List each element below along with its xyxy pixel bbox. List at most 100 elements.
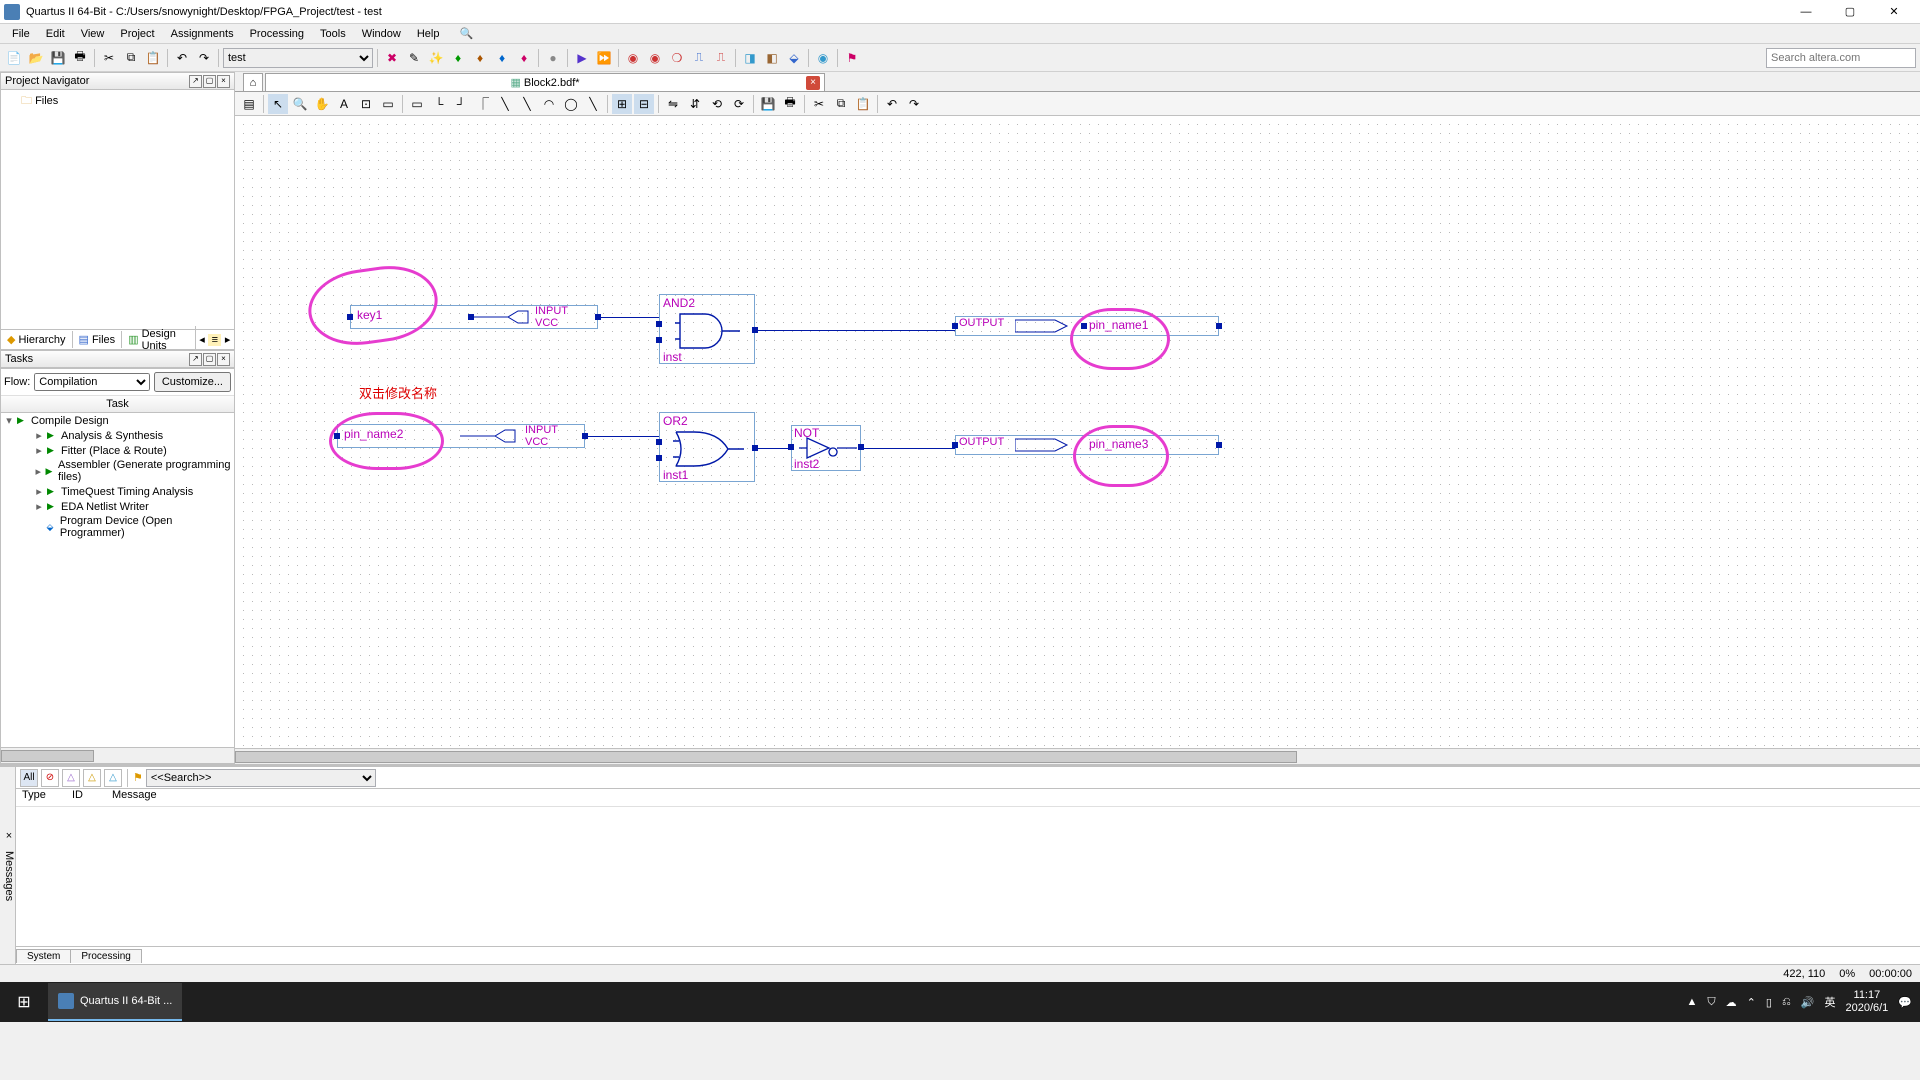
- menu-edit[interactable]: Edit: [38, 26, 73, 42]
- tasks-undock-icon[interactable]: ↗: [189, 353, 202, 366]
- canvas-scrollbar[interactable]: [235, 748, 1920, 764]
- menu-processing[interactable]: Processing: [242, 26, 312, 42]
- menu-window[interactable]: Window: [354, 26, 409, 42]
- task-compile[interactable]: Compile Design: [31, 415, 109, 427]
- wire[interactable]: [755, 330, 955, 331]
- customize-button[interactable]: Customize...: [154, 372, 231, 392]
- cut-icon[interactable]: ✂: [99, 48, 119, 68]
- gear3-icon[interactable]: ♦: [514, 48, 534, 68]
- col-id[interactable]: ID: [72, 789, 112, 806]
- menu-project[interactable]: Project: [112, 26, 162, 42]
- handle[interactable]: [788, 444, 794, 450]
- ed-flip-h-icon[interactable]: ⇋: [663, 94, 683, 114]
- ed-pan-icon[interactable]: ✋: [312, 94, 332, 114]
- tray-wifi-icon[interactable]: ⎌: [1782, 996, 1791, 1009]
- ed-flip-v-icon[interactable]: ⇵: [685, 94, 705, 114]
- redo-icon[interactable]: ↷: [194, 48, 214, 68]
- filter-warning-icon[interactable]: △: [83, 769, 101, 787]
- ed-conduit-icon[interactable]: ⎾: [473, 94, 493, 114]
- clock2-icon[interactable]: ◉: [645, 48, 665, 68]
- handle[interactable]: [1216, 323, 1222, 329]
- gear-icon[interactable]: ♦: [470, 48, 490, 68]
- menu-assignments[interactable]: Assignments: [163, 26, 242, 42]
- flow-select[interactable]: Compilation: [34, 373, 150, 391]
- wire[interactable]: [598, 317, 659, 318]
- task-list[interactable]: ▾▶Compile Design ▸▶Analysis & Synthesis …: [1, 413, 234, 747]
- ed-rotate-l-icon[interactable]: ⟲: [707, 94, 727, 114]
- ed-redo-icon[interactable]: ↷: [904, 94, 924, 114]
- filter-critical-icon[interactable]: △: [62, 769, 80, 787]
- flag-icon[interactable]: ⚑: [842, 48, 862, 68]
- ed-oval-icon[interactable]: ◯: [561, 94, 581, 114]
- undo-icon[interactable]: ↶: [172, 48, 192, 68]
- ed-diagline-icon[interactable]: ╲: [495, 94, 515, 114]
- handle[interactable]: [656, 337, 662, 343]
- tab-next-icon[interactable]: ▸: [221, 333, 234, 346]
- stop-icon[interactable]: ●: [543, 48, 563, 68]
- play-icon[interactable]: ▶: [572, 48, 592, 68]
- wand-icon[interactable]: ✎: [404, 48, 424, 68]
- help-search-icon[interactable]: 🔍: [451, 25, 481, 42]
- messages-body[interactable]: [16, 807, 1920, 946]
- check-icon[interactable]: ♦: [448, 48, 468, 68]
- handle[interactable]: [952, 323, 958, 329]
- maximize-button[interactable]: ▢: [1828, 1, 1872, 23]
- task-assembler[interactable]: Assembler (Generate programming files): [58, 459, 232, 483]
- filter-info-icon[interactable]: △: [104, 769, 122, 787]
- gear2-icon[interactable]: ♦: [492, 48, 512, 68]
- ed-symbol-icon[interactable]: ⊡: [356, 94, 376, 114]
- col-type[interactable]: Type: [22, 789, 72, 806]
- handle[interactable]: [656, 439, 662, 445]
- chip2-icon[interactable]: ◧: [762, 48, 782, 68]
- minimize-button[interactable]: —: [1784, 1, 1828, 23]
- ed-zoom-icon[interactable]: 🔍: [290, 94, 310, 114]
- task-programmer[interactable]: Program Device (Open Programmer): [60, 515, 232, 539]
- menu-help[interactable]: Help: [409, 26, 448, 42]
- ed-partial-icon[interactable]: ⊟: [634, 94, 654, 114]
- menu-tools[interactable]: Tools: [312, 26, 354, 42]
- ed-arc-icon[interactable]: ◠: [539, 94, 559, 114]
- tray-sync-icon[interactable]: ☁: [1726, 996, 1737, 1009]
- col-message[interactable]: Message: [112, 789, 157, 806]
- ed-line-icon[interactable]: ╲: [583, 94, 603, 114]
- filter-error-icon[interactable]: ⊘: [41, 769, 59, 787]
- ed-undo-icon[interactable]: ↶: [882, 94, 902, 114]
- tray-shield-icon[interactable]: ⛉: [1707, 996, 1715, 1009]
- wand2-icon[interactable]: ✨: [426, 48, 446, 68]
- wire[interactable]: [585, 436, 659, 437]
- tasks-scrollbar[interactable]: [1, 747, 234, 763]
- tab-menu-icon[interactable]: ≡: [208, 334, 221, 346]
- copy-icon[interactable]: ⧉: [121, 48, 141, 68]
- schematic-canvas[interactable]: key1 INPUT VCC AND2 inst OUTPUT pin_name…: [235, 116, 1920, 748]
- messages-close-icon[interactable]: ×: [3, 830, 15, 842]
- clock-icon[interactable]: ◉: [623, 48, 643, 68]
- ed-rotate-r-icon[interactable]: ⟳: [729, 94, 749, 114]
- ed-copy-icon[interactable]: ⧉: [831, 94, 851, 114]
- filter-all[interactable]: All: [20, 769, 38, 787]
- home-tab[interactable]: ⌂: [243, 73, 263, 91]
- tab-prev-icon[interactable]: ◂: [196, 333, 209, 346]
- wire[interactable]: [861, 448, 955, 449]
- paste-icon[interactable]: 📋: [143, 48, 163, 68]
- tab-hierarchy[interactable]: ◆Hierarchy: [1, 331, 73, 348]
- ed-orthbus-icon[interactable]: ┘: [451, 94, 471, 114]
- print-icon[interactable]: 🖶: [70, 48, 90, 68]
- taskbar-app[interactable]: Quartus II 64-Bit ...: [48, 983, 182, 1021]
- new-icon[interactable]: 📄: [4, 48, 24, 68]
- search-input[interactable]: [1766, 48, 1916, 68]
- tasks-pin-icon[interactable]: ▢: [203, 353, 216, 366]
- ed-cut-icon[interactable]: ✂: [809, 94, 829, 114]
- tray-battery-icon[interactable]: ▯: [1766, 996, 1772, 1009]
- tab-files[interactable]: ▤Files: [73, 331, 123, 348]
- wave2-icon[interactable]: ⎍: [711, 48, 731, 68]
- msg-tab-system[interactable]: System: [16, 949, 71, 963]
- handle[interactable]: [656, 455, 662, 461]
- task-analysis[interactable]: Analysis & Synthesis: [61, 430, 163, 442]
- ed-orthline-icon[interactable]: └: [429, 94, 449, 114]
- ed-save-icon[interactable]: 💾: [758, 94, 778, 114]
- settings-icon[interactable]: ✖: [382, 48, 402, 68]
- ed-text-icon[interactable]: A: [334, 94, 354, 114]
- pane-close-icon[interactable]: ×: [217, 75, 230, 88]
- ed-rubber-icon[interactable]: ⊞: [612, 94, 632, 114]
- project-selector[interactable]: test: [223, 48, 373, 68]
